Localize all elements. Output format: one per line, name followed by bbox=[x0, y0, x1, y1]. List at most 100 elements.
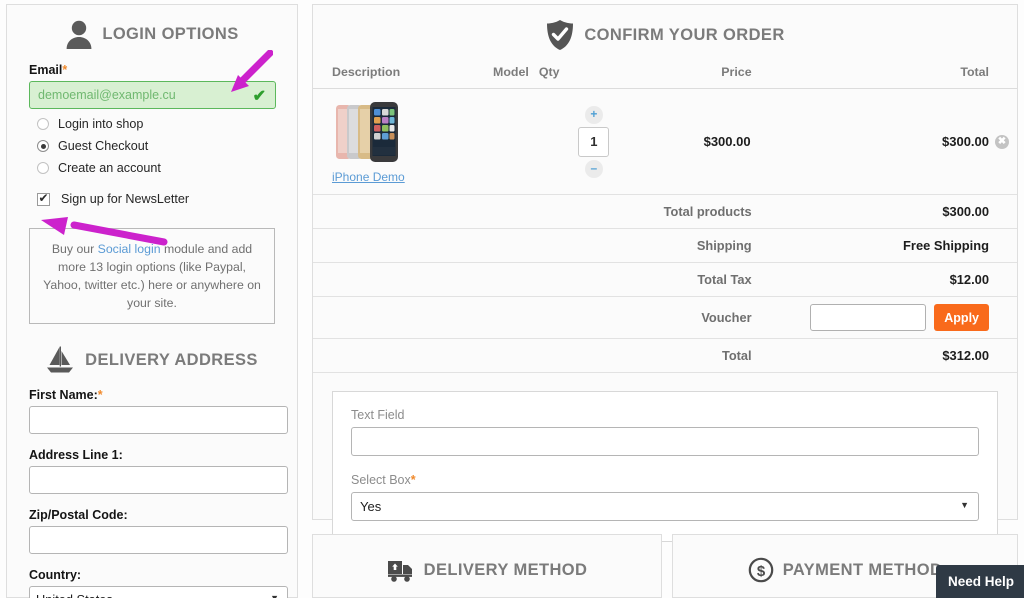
quantity-input[interactable]: 1 bbox=[578, 126, 610, 157]
email-label-text: Email bbox=[29, 63, 63, 77]
delivery-method-title: DELIVERY METHOD bbox=[423, 560, 588, 579]
delivery-address-title: DELIVERY ADDRESS bbox=[85, 350, 258, 369]
login-option-label: Guest Checkout bbox=[58, 139, 149, 153]
confirm-order-title: CONFIRM YOUR ORDER bbox=[584, 25, 785, 44]
dollar-coin-icon: $ bbox=[748, 557, 773, 583]
chevron-down-icon: ▼ bbox=[960, 500, 969, 510]
first-name-label-text: First Name: bbox=[29, 388, 98, 402]
login-options-title: LOGIN OPTIONS bbox=[102, 24, 239, 43]
order-table-header-row: Description Model Qty Price Total bbox=[313, 65, 1017, 89]
address-line-1-label: Address Line 1: bbox=[29, 448, 123, 462]
column-header-price: Price bbox=[688, 65, 752, 89]
voucher-cell: Apply bbox=[751, 296, 1017, 339]
delivery-method-panel: DELIVERY METHOD bbox=[312, 534, 662, 598]
login-option-label: Create an account bbox=[58, 161, 161, 175]
zip-postal-code-label: Zip/Postal Code: bbox=[29, 508, 128, 522]
address-line-1-input[interactable] bbox=[29, 466, 288, 494]
plus-icon[interactable]: + bbox=[584, 105, 603, 124]
product-model-cell bbox=[493, 88, 539, 195]
select-box-required-mark: * bbox=[410, 473, 416, 487]
summary-row-total-products: Total products $300.00 bbox=[313, 194, 1017, 229]
country-select[interactable]: United States bbox=[29, 586, 288, 598]
svg-text:$: $ bbox=[757, 563, 766, 580]
summary-label: Total Tax bbox=[313, 262, 752, 297]
minus-icon[interactable]: – bbox=[584, 159, 603, 178]
delivery-method-header: DELIVERY METHOD bbox=[313, 535, 661, 583]
product-total-value: $300.00 bbox=[942, 134, 989, 149]
summary-label: Shipping bbox=[313, 228, 752, 263]
column-header-total: Total bbox=[751, 65, 1017, 89]
zip-postal-code-input[interactable] bbox=[29, 526, 288, 554]
delivery-address-header: DELIVERY ADDRESS bbox=[7, 324, 297, 374]
checkout-page: LOGIN OPTIONS Email* ✔ Login into shop G… bbox=[0, 0, 1024, 598]
shield-check-icon bbox=[547, 20, 574, 50]
radio-icon[interactable] bbox=[37, 118, 49, 130]
sailboat-icon bbox=[47, 346, 74, 373]
truck-icon bbox=[387, 561, 412, 582]
text-field-label: Text Field bbox=[351, 408, 405, 422]
grand-total-value: $312.00 bbox=[751, 338, 1017, 373]
product-price-cell: $300.00 bbox=[688, 88, 752, 195]
first-name-input[interactable] bbox=[29, 406, 288, 434]
social-login-promo: Buy our Social login module and add more… bbox=[29, 228, 275, 324]
newsletter-signup-row[interactable]: Sign up for NewsLetter bbox=[37, 191, 275, 206]
summary-value: $12.00 bbox=[751, 262, 1017, 297]
radio-icon[interactable] bbox=[37, 162, 49, 174]
product-description-cell: iPhone Demo bbox=[313, 88, 493, 195]
voucher-input[interactable] bbox=[809, 304, 926, 331]
summary-value: Free Shipping bbox=[751, 228, 1017, 263]
summary-row-total: Total $312.00 bbox=[313, 338, 1017, 373]
select-box[interactable]: Yes bbox=[351, 492, 979, 521]
voucher-label: Voucher bbox=[313, 296, 752, 339]
promo-text-before: Buy our bbox=[51, 242, 98, 256]
email-input[interactable] bbox=[29, 81, 276, 109]
summary-row-shipping: Shipping Free Shipping bbox=[313, 228, 1017, 263]
select-box-label-text: Select Box bbox=[351, 473, 411, 487]
login-option-create-an-account[interactable]: Create an account bbox=[37, 161, 275, 175]
product-total-cell: $300.00 ✖ bbox=[751, 88, 1017, 195]
product-name-link[interactable]: iPhone Demo bbox=[332, 170, 405, 184]
confirm-order-header: CONFIRM YOUR ORDER bbox=[313, 5, 1017, 51]
summary-value: $300.00 bbox=[751, 194, 1017, 229]
login-option-label: Login into shop bbox=[58, 117, 144, 131]
column-header-model: Model bbox=[493, 65, 539, 89]
email-label: Email* bbox=[29, 63, 275, 77]
text-field-input[interactable] bbox=[351, 427, 979, 456]
country-select-wrap: United States ▼ bbox=[29, 586, 288, 598]
newsletter-label: Sign up for NewsLetter bbox=[61, 192, 190, 206]
newsletter-checkbox[interactable] bbox=[37, 191, 50, 206]
payment-method-title: PAYMENT METHOD bbox=[782, 560, 943, 579]
first-name-required-mark: * bbox=[97, 388, 103, 402]
need-help-widget[interactable]: Need Help bbox=[935, 565, 1024, 598]
grand-total-label: Total bbox=[313, 338, 752, 373]
product-thumbnail-iphone[interactable] bbox=[332, 97, 402, 167]
summary-row-total-tax: Total Tax $12.00 bbox=[313, 262, 1017, 297]
close-circle-icon[interactable]: ✖ bbox=[995, 134, 1009, 149]
first-name-label: First Name:* bbox=[29, 388, 275, 402]
login-option-guest-checkout[interactable]: Guest Checkout bbox=[37, 139, 275, 153]
country-label: Country: bbox=[29, 568, 82, 582]
email-field-wrap: ✔ bbox=[29, 81, 276, 109]
social-login-link[interactable]: Social login bbox=[98, 242, 161, 256]
summary-label: Total products bbox=[313, 194, 752, 229]
order-table-head: Description Model Qty Price Total bbox=[313, 65, 1017, 89]
check-icon: ✔ bbox=[252, 88, 266, 105]
confirm-order-panel: CONFIRM YOUR ORDER Description Model Qty… bbox=[312, 4, 1018, 542]
order-table-body: iPhone Demo + 1 – $300.00 $300.00 ✖ Tota… bbox=[313, 88, 1017, 373]
order-table: Description Model Qty Price Total iPhone… bbox=[313, 65, 1017, 373]
extra-fields-card: Text Field Select Box* Yes ▼ bbox=[332, 391, 998, 542]
column-header-description: Description bbox=[313, 65, 493, 89]
apply-voucher-button[interactable]: Apply bbox=[934, 304, 989, 331]
left-column-panel: LOGIN OPTIONS Email* ✔ Login into shop G… bbox=[6, 4, 298, 598]
login-options-header: LOGIN OPTIONS bbox=[7, 5, 297, 49]
table-row: iPhone Demo + 1 – $300.00 $300.00 ✖ bbox=[313, 88, 1017, 195]
login-option-login-into-shop[interactable]: Login into shop bbox=[37, 117, 275, 131]
select-box-label: Select Box* bbox=[351, 473, 979, 487]
user-icon bbox=[66, 20, 92, 49]
quantity-stepper: + 1 – bbox=[577, 105, 611, 178]
select-box-wrap: Yes ▼ bbox=[351, 492, 979, 521]
radio-icon[interactable] bbox=[37, 140, 49, 152]
email-required-mark: * bbox=[62, 63, 68, 77]
product-qty-cell: + 1 – bbox=[538, 88, 689, 195]
column-header-qty: Qty bbox=[538, 65, 689, 89]
